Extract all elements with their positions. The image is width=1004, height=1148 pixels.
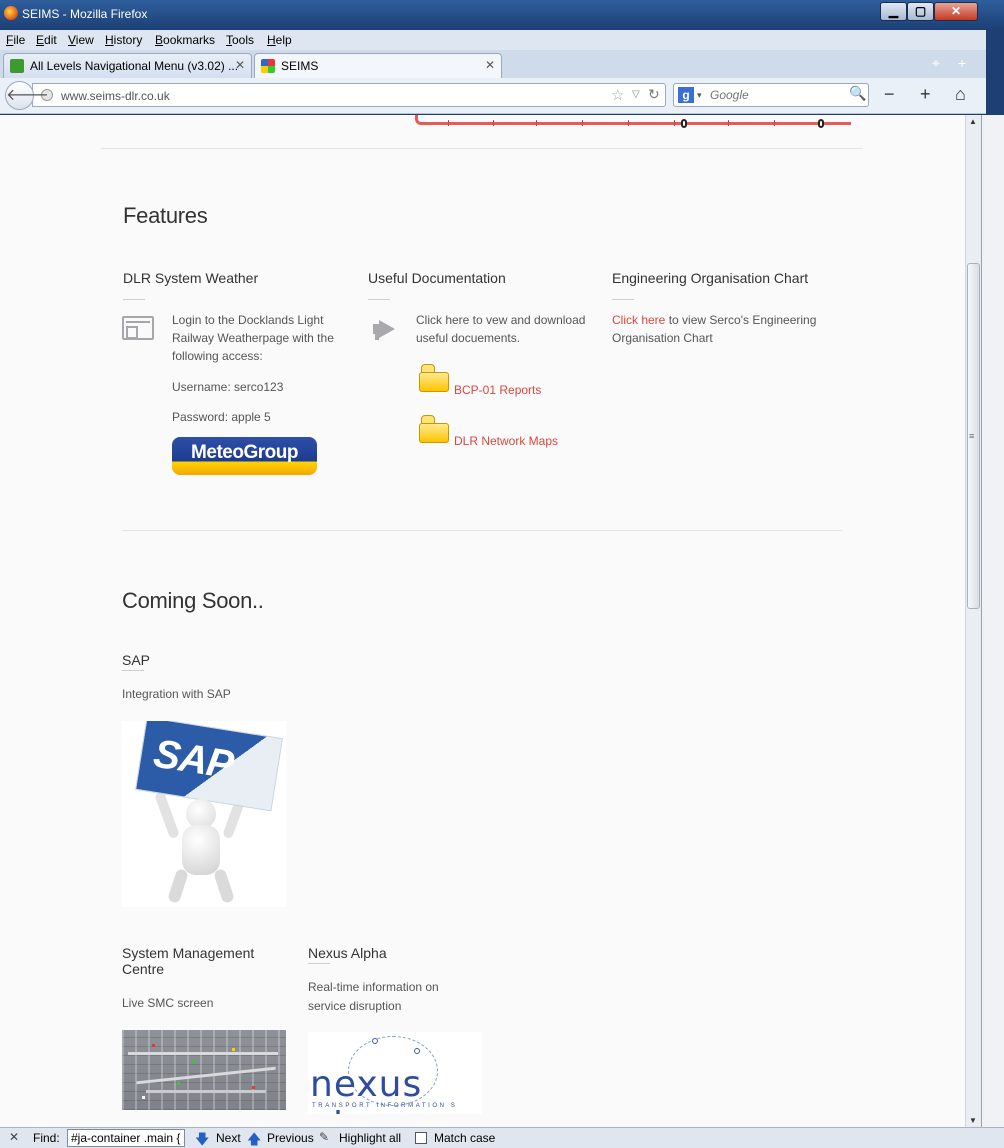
url-bar[interactable]: www.seims-dlr.co.uk ☆ ▽ ↻ [32, 83, 666, 107]
docs-title: Useful Documentation [368, 270, 506, 286]
google-engine-icon[interactable]: g [678, 87, 694, 103]
window-layout-icon [122, 316, 154, 340]
smc-screen-image [122, 1030, 286, 1110]
nexus-title: Nexus Alpha [308, 945, 387, 961]
tab-title: SEIMS [281, 59, 319, 73]
meteogroup-logo-link[interactable]: MeteoGroup [172, 437, 317, 475]
find-label: Find: [33, 1131, 60, 1145]
org-chart-link[interactable]: Click here [612, 313, 665, 327]
dlr-network-maps-link[interactable]: DLR Network Maps [454, 432, 558, 450]
zoom-in-icon[interactable]: + [920, 84, 931, 105]
page-scrollbar[interactable]: ▲ ≡ ▼ [965, 115, 981, 1127]
menu-bookmarks[interactable]: Bookmarks [155, 33, 215, 47]
folder-icon[interactable] [419, 364, 449, 392]
network-map-fragment [415, 115, 851, 128]
nexus-desc: Real-time information on service disrupt… [308, 980, 439, 1013]
weather-title: DLR System Weather [123, 270, 259, 286]
sap-title: SAP [122, 652, 151, 668]
scrollbar-grip-icon: ≡ [969, 431, 975, 441]
folder-icon[interactable] [419, 415, 449, 443]
smc-title: System Management Centre [122, 945, 255, 977]
menu-history[interactable]: History [105, 33, 142, 47]
menu-view[interactable]: View [68, 33, 94, 47]
find-next-icon[interactable]: 🡇 [195, 1129, 209, 1148]
match-case-label[interactable]: Match case [434, 1131, 495, 1145]
menu-edit[interactable]: Edit [36, 33, 57, 47]
zoom-out-icon[interactable]: − [884, 84, 895, 105]
find-input[interactable] [67, 1129, 185, 1147]
window-titlebar: SEIMS - Mozilla Firefox ▁ ▢ ✕ [0, 0, 1004, 30]
highlight-all-button[interactable]: Highlight all [339, 1131, 401, 1145]
megaphone-icon [369, 320, 397, 340]
docs-intro: Click here to vew and download useful do… [416, 313, 586, 345]
org-chart-title: Engineering Organisation Chart [612, 270, 809, 286]
navigation-bar: www.seims-dlr.co.uk ☆ ▽ ↻ 🡐 g ▾ 🔍 [0, 78, 986, 114]
url-text[interactable]: www.seims-dlr.co.uk [61, 89, 170, 103]
tab-close-icon[interactable]: ✕ [235, 58, 245, 72]
tab-close-icon[interactable]: ✕ [485, 58, 495, 72]
new-tab-icon[interactable]: + [958, 55, 966, 71]
background-window-strip [981, 115, 1004, 1127]
menu-help[interactable]: Help [267, 33, 292, 47]
tab-title: All Levels Navigational Menu (v3.02) ... [30, 59, 239, 73]
home-icon[interactable]: ⌂ [955, 84, 966, 105]
weather-username: Username: serco123 [172, 380, 284, 394]
weather-password: Password: apple 5 [172, 410, 271, 424]
title-underline [612, 299, 634, 300]
reload-icon[interactable]: ↻ [648, 86, 660, 103]
find-next-button[interactable]: Next [216, 1131, 241, 1145]
tab-strip: All Levels Navigational Menu (v3.02) ...… [0, 50, 986, 78]
features-heading: Features [123, 203, 208, 228]
smc-desc: Live SMC screen [122, 996, 214, 1010]
back-button[interactable]: 🡐 [5, 81, 49, 110]
sap-logo-text: SAP [150, 731, 236, 788]
meteogroup-logo-text: MeteoGroup [191, 442, 298, 463]
dreamweaver-favicon-icon [10, 59, 24, 73]
bcp-01-reports-link[interactable]: BCP-01 Reports [454, 381, 541, 399]
menu-file[interactable]: File [6, 33, 25, 47]
weather-intro: Login to the Docklands Light Railway Wea… [172, 313, 334, 363]
tab-seims[interactable]: SEIMS ✕ [254, 53, 502, 78]
search-icon[interactable]: 🔍 [849, 85, 866, 102]
title-underline [123, 299, 145, 300]
close-findbar-icon[interactable]: ✕ [9, 1130, 19, 1144]
title-underline [368, 299, 390, 300]
section-divider [101, 148, 863, 149]
title-underline [308, 963, 330, 964]
sap-desc: Integration with SAP [122, 687, 231, 701]
page-viewport: Features DLR System Weather Login to the… [0, 115, 965, 1127]
search-input[interactable] [710, 87, 846, 103]
firefox-icon[interactable] [4, 6, 18, 20]
section-divider [122, 530, 842, 531]
scroll-down-icon[interactable]: ▼ [969, 1116, 977, 1125]
bookmark-star-icon[interactable]: ☆ [611, 86, 624, 104]
seims-favicon-icon [261, 59, 275, 73]
close-window-button[interactable]: ✕ [934, 2, 978, 21]
title-underline [122, 670, 144, 671]
nexus-logo-subtitle: TRANSPORT INFORMATION S [312, 1103, 458, 1109]
search-engine-dropdown-icon[interactable]: ▾ [697, 90, 702, 101]
menu-bar: File Edit View History Bookmarks Tools H… [0, 30, 986, 50]
maximize-button[interactable]: ▢ [907, 2, 934, 21]
coming-soon-heading: Coming Soon.. [122, 588, 264, 613]
window-title: SEIMS - Mozilla Firefox [22, 7, 148, 21]
find-previous-icon[interactable]: 🡅 [247, 1129, 261, 1148]
org-chart-text: Click here to view Serco's Engineering O… [612, 311, 837, 347]
find-previous-button[interactable]: Previous [267, 1131, 314, 1145]
url-history-dropdown-icon[interactable]: ▽ [632, 89, 640, 100]
tab-all-levels-menu[interactable]: All Levels Navigational Menu (v3.02) ...… [3, 53, 252, 78]
scroll-up-icon[interactable]: ▲ [969, 117, 977, 126]
search-box[interactable]: g ▾ 🔍 [673, 83, 869, 107]
minimize-button[interactable]: ▁ [880, 2, 907, 21]
find-bar: ✕ Find: 🡇 Next 🡅 Previous ✎ Highlight al… [0, 1127, 1004, 1148]
tab-groups-icon[interactable]: ⌖ [932, 55, 940, 72]
highlight-icon[interactable]: ✎ [319, 1130, 329, 1144]
nexus-alpha-logo-image: nexus alp TRANSPORT INFORMATION S [308, 1032, 482, 1114]
sap-image: SAP [122, 721, 286, 907]
menu-tools[interactable]: Tools [226, 33, 254, 47]
match-case-checkbox[interactable] [415, 1132, 427, 1144]
